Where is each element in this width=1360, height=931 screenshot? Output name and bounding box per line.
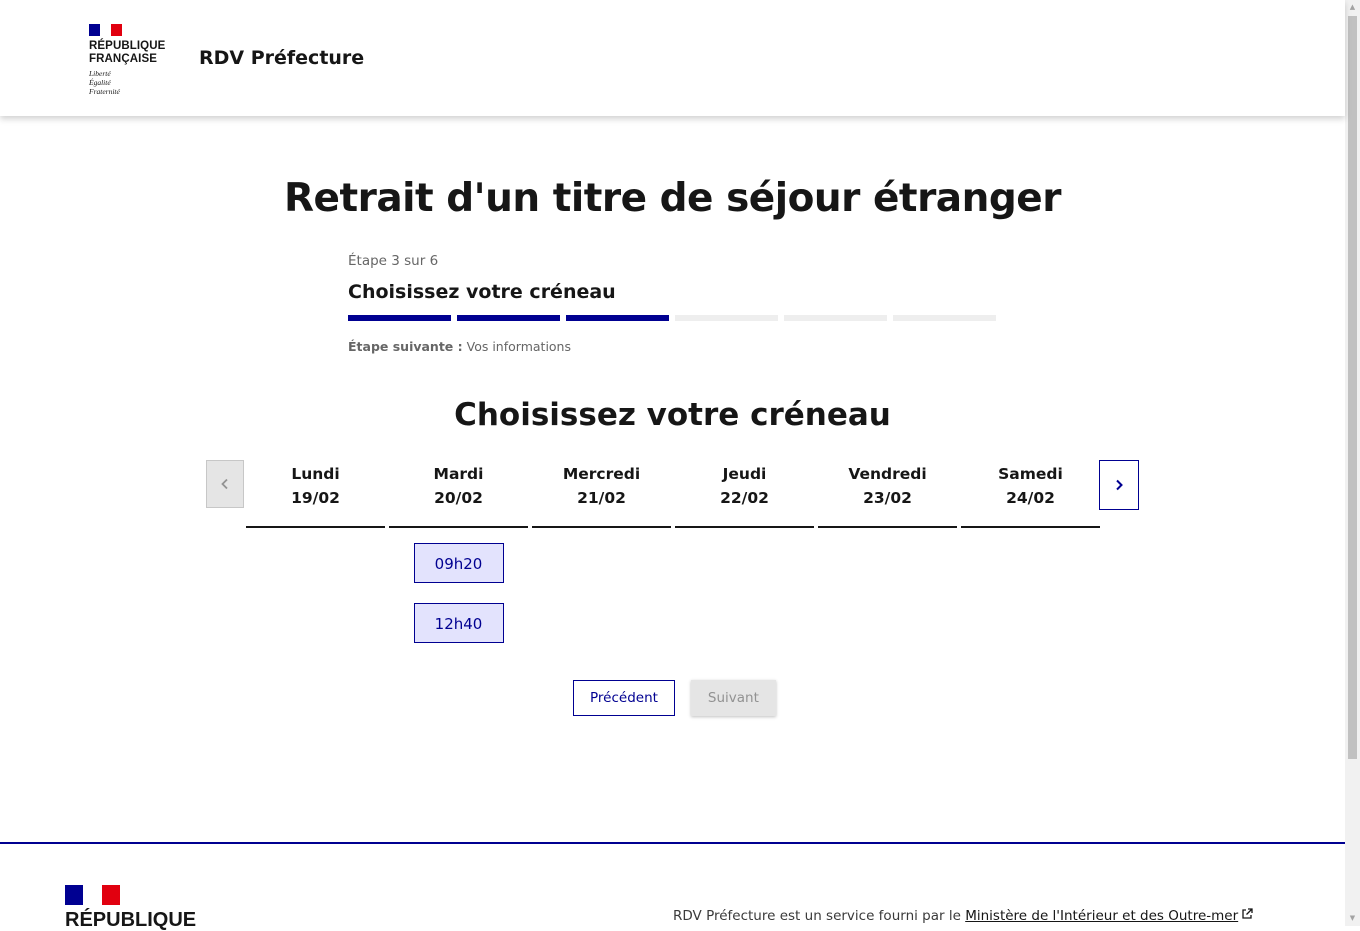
vertical-scrollbar[interactable]: ▲ ▼ [1345,0,1360,926]
day-header: Mardi 20/02 [389,462,528,528]
day-name: Vendredi [848,465,927,483]
footer-description: RDV Préfecture est un service fourni par… [673,908,1253,924]
day-name: Jeudi [722,465,767,483]
time-slot-button[interactable]: 12h40 [413,603,504,643]
day-header: Vendredi 23/02 [818,462,957,528]
stepper-segment-3 [566,315,669,321]
time-slot-list: 09h20 12h40 [389,528,528,643]
day-date: 19/02 [291,489,340,507]
republic-name: République Française [89,40,166,65]
day-date: 24/02 [1006,489,1055,507]
next-step-value: Vos informations [466,339,571,354]
scroll-up-arrow-icon[interactable]: ▲ [1345,0,1360,15]
day-columns: Lundi 19/02 Mardi 20/02 09h20 12h40 Mercredi 21… [246,462,1100,663]
republique-francaise-logo[interactable]: République Française Liberté Égalité Fra… [89,24,179,96]
footer-republique-logo[interactable]: République [65,885,196,931]
stepper-title: Choisissez votre créneau [348,281,616,303]
stepper-progress [348,315,998,321]
motto-liberte: Liberté [89,69,111,78]
external-link-icon [1241,908,1253,923]
scroll-down-arrow-icon[interactable]: ▼ [1345,911,1360,926]
time-slot-list [961,528,1100,543]
stepper-segment-2 [457,315,560,321]
previous-button[interactable]: Précédent [573,680,675,716]
time-slot-button[interactable]: 09h20 [413,543,504,583]
day-column: Mercredi 21/02 [532,462,671,663]
next-week-button[interactable] [1099,460,1139,510]
day-date: 21/02 [577,489,626,507]
stepper-segment-5 [784,315,887,321]
stepper-next-step: Étape suivante : Vos informations [348,339,998,354]
day-name: Mardi [433,465,484,483]
footer-republic-name: République [65,909,197,931]
time-slot-list [818,528,957,543]
motto-fraternite: Fraternité [89,87,120,96]
motto-egalite: Égalité [89,78,111,87]
stepper-segment-4 [675,315,778,321]
chevron-right-icon [1113,475,1125,496]
site-title-link[interactable]: RDV Préfecture [199,47,364,69]
time-slot-list [246,528,385,543]
ministry-link[interactable]: Ministère de l'Intérieur et des Outre-me… [965,908,1238,924]
site-footer: République RDV Préfecture est un service… [0,842,1345,931]
day-column: Vendredi 23/02 [818,462,957,663]
day-column: Lundi 19/02 [246,462,385,663]
day-date: 20/02 [434,489,483,507]
day-name: Samedi [998,465,1063,483]
form-navigation: Précédent Suivant [573,680,776,716]
day-header: Lundi 19/02 [246,462,385,528]
page-title: Retrait d'un titre de séjour étranger [283,176,1062,221]
scrollbar-thumb[interactable] [1348,16,1357,759]
time-slot-list [675,528,814,543]
footer-marianne-flag-icon [65,885,120,905]
day-date: 23/02 [863,489,912,507]
next-step-label: Étape suivante : [348,339,463,354]
site-header: République Française Liberté Égalité Fra… [0,0,1345,116]
day-header: Jeudi 22/02 [675,462,814,528]
time-slot-list [532,528,671,543]
day-header: Mercredi 21/02 [532,462,671,528]
stepper-segment-6 [893,315,996,321]
next-button[interactable]: Suivant [690,680,776,716]
day-name: Lundi [291,465,340,483]
chevron-left-icon [219,474,231,495]
section-title: Choisissez votre créneau [454,397,891,433]
day-date: 22/02 [720,489,769,507]
day-column: Mardi 20/02 09h20 12h40 [389,462,528,663]
stepper-state: Étape 3 sur 6 [348,253,439,269]
day-name: Mercredi [562,465,641,483]
stepper: Étape 3 sur 6 Choisissez votre créneau É… [348,253,998,354]
marianne-flag-icon [89,24,122,36]
day-column: Samedi 24/02 [961,462,1100,663]
previous-week-button[interactable] [206,460,244,508]
republic-motto: Liberté Égalité Fraternité [89,69,179,96]
day-column: Jeudi 22/02 [675,462,814,663]
footer-description-text: RDV Préfecture est un service fourni par… [673,908,966,924]
stepper-segment-1 [348,315,451,321]
day-header: Samedi 24/02 [961,462,1100,528]
